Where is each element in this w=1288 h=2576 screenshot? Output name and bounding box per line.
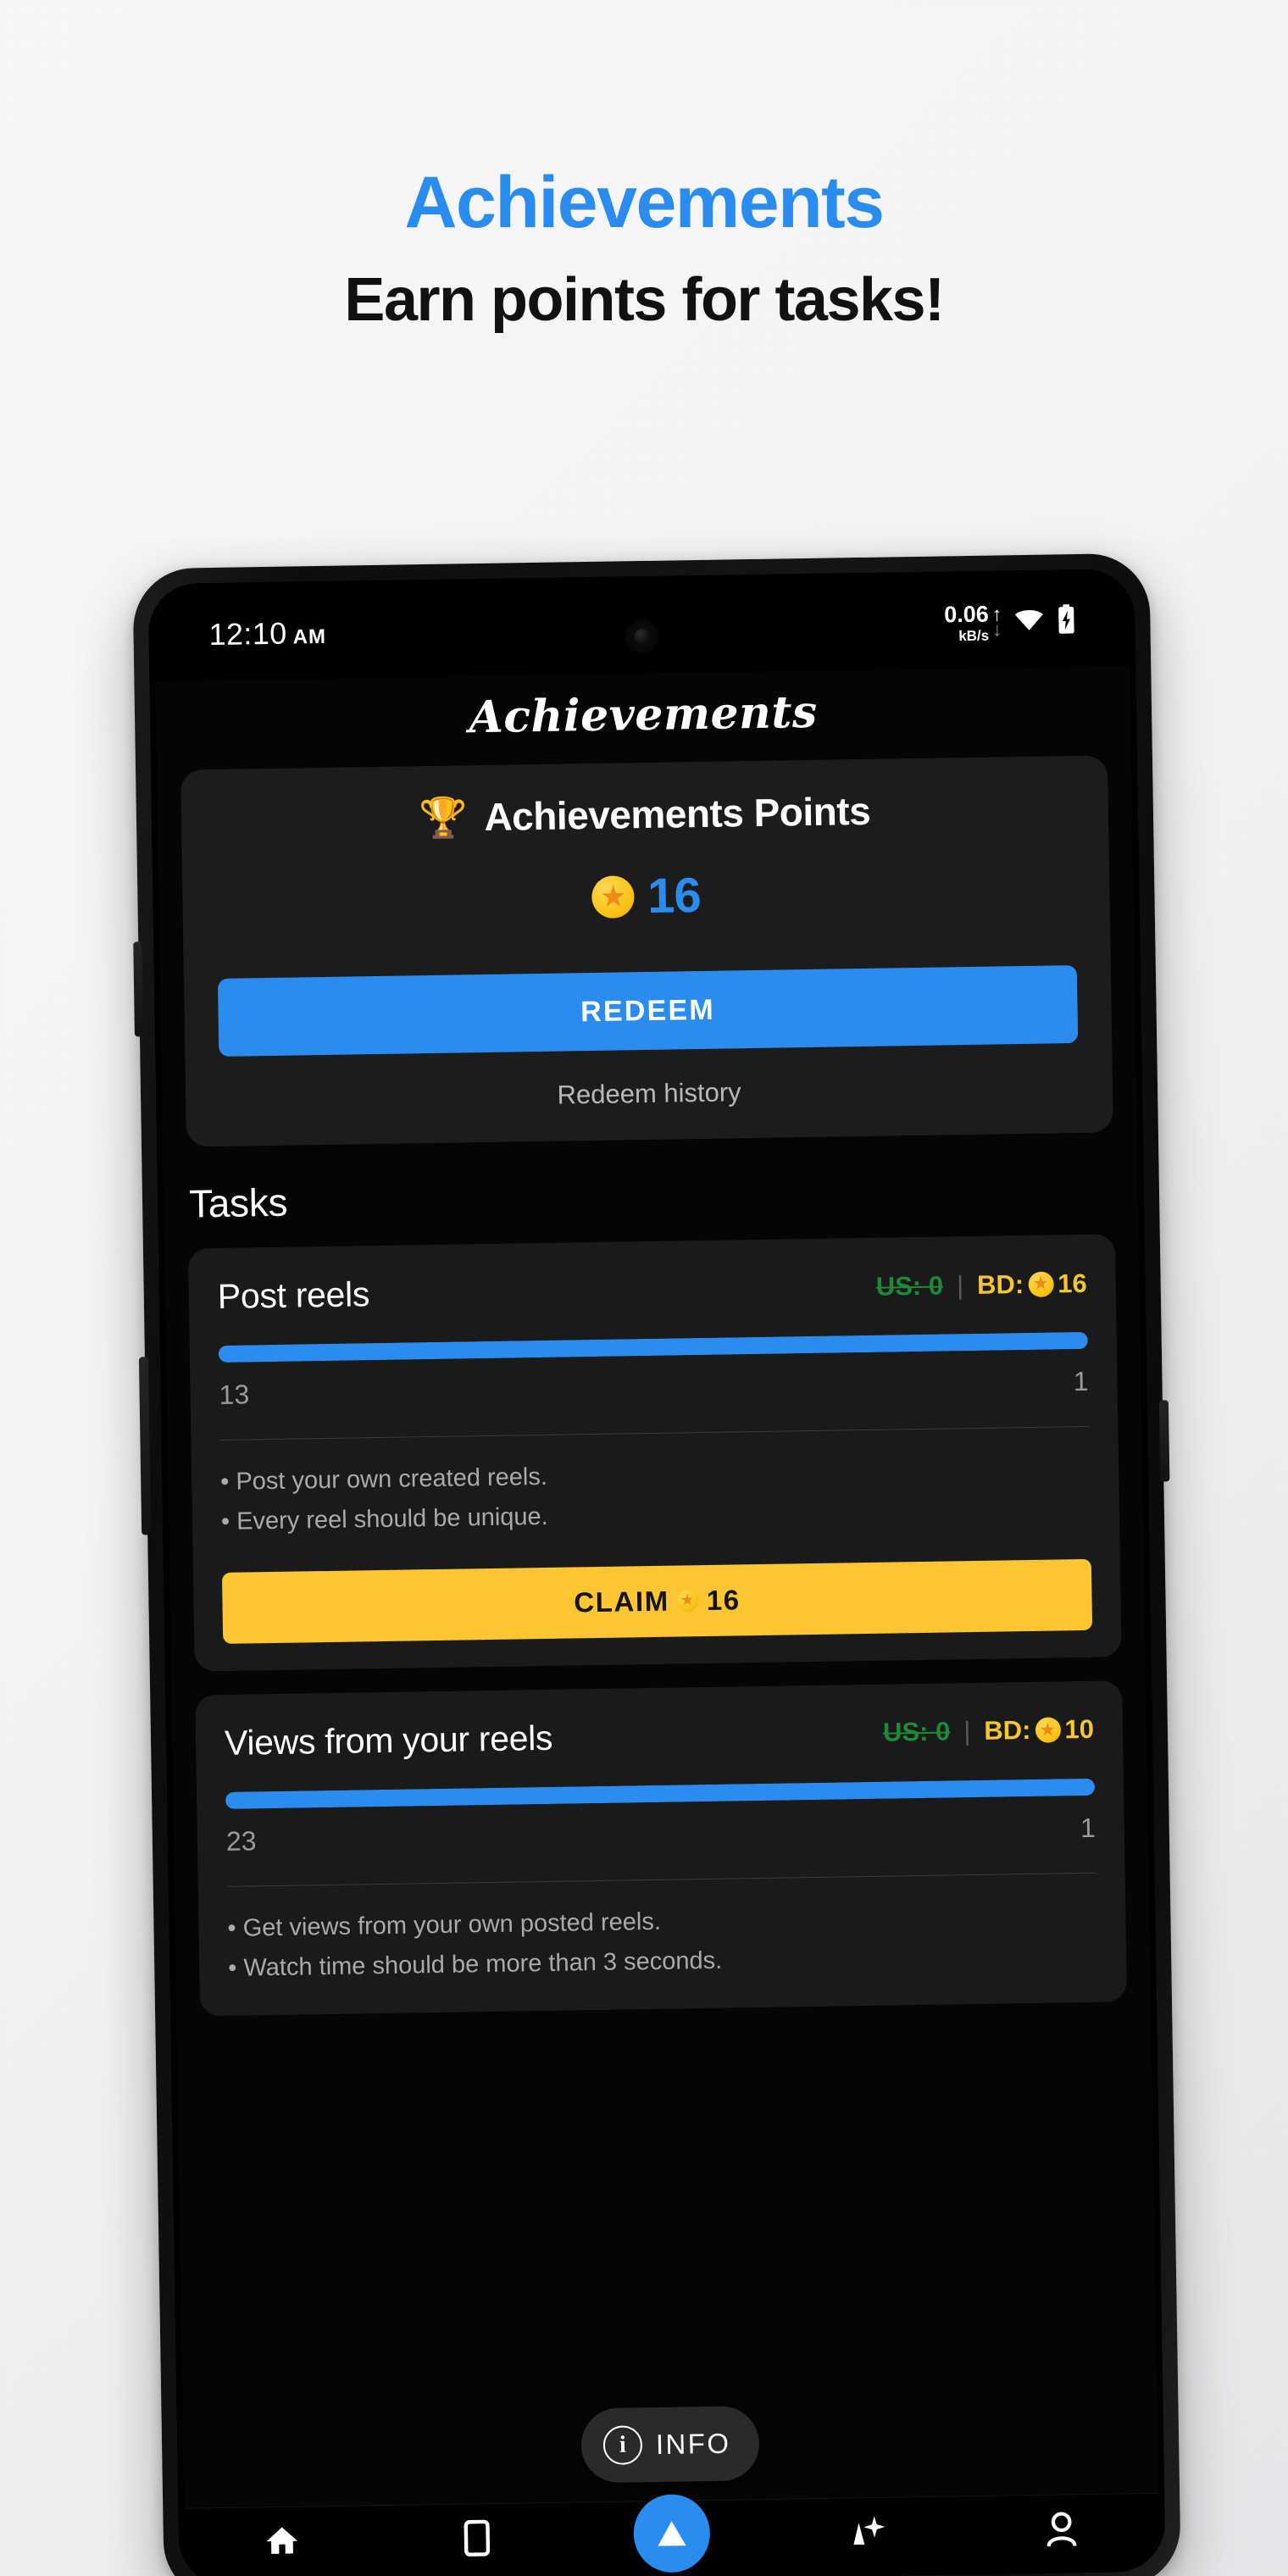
task-progress-current: 23 — [225, 1825, 257, 1857]
tasks-section-heading: Tasks — [188, 1180, 288, 1226]
status-time: 12:10 — [208, 615, 287, 652]
reels-icon — [460, 2519, 495, 2557]
promo-title: Achievements — [404, 162, 885, 243]
reward-bd-label: BD: — [984, 1715, 1031, 1746]
phone-bezel: 12:10 AM 0.06 kB/s ↑ ↓ Achievements 🏆 Ac… — [147, 568, 1166, 2576]
task-progress-fill — [225, 1778, 1096, 1809]
task-progress-labels: 23 1 — [226, 1813, 1096, 1857]
redeem-history-link[interactable]: Redeem history — [219, 1072, 1079, 1116]
front-camera-punch-hole — [625, 619, 659, 654]
info-button[interactable]: i INFO — [580, 2406, 761, 2484]
task-rewards: US: 0 | BD: 16 — [876, 1268, 1087, 1302]
reward-bd: BD: 10 — [984, 1714, 1094, 1746]
task-progress-fill — [218, 1331, 1088, 1363]
reward-bd: BD: 16 — [977, 1268, 1087, 1300]
achievements-points-card: 🏆 Achievements Points 16 REDEEM Redeem h… — [180, 755, 1113, 1147]
task-description: • Get views from your own posted reels. … — [227, 1896, 1097, 1989]
battery-charging-icon — [1056, 603, 1077, 638]
claim-button-value: 16 — [706, 1584, 741, 1616]
coin-star-icon — [591, 874, 635, 919]
promo-subtitle: Earn points for tasks! — [344, 266, 945, 334]
promo-header: Achievements Earn points for tasks! — [0, 0, 1288, 330]
points-card-heading: 🏆 Achievements Points — [215, 785, 1075, 844]
reward-divider: | — [956, 1269, 964, 1300]
nav-item-discover[interactable] — [828, 2512, 905, 2551]
points-card-title: Achievements Points — [484, 788, 871, 839]
task-title: Post reels — [217, 1274, 370, 1316]
reward-bd-label: BD: — [976, 1269, 1024, 1300]
create-fab-button[interactable] — [633, 2494, 711, 2573]
task-progress-target: 1 — [1073, 1365, 1089, 1397]
home-icon — [264, 2523, 302, 2561]
reward-us: US: 0 — [882, 1716, 951, 1748]
task-progress-bar — [218, 1331, 1088, 1363]
reward-bd-value: 16 — [1057, 1268, 1087, 1298]
task-progress-current: 13 — [219, 1379, 250, 1410]
coin-star-icon — [1027, 1270, 1054, 1297]
coin-star-icon — [1035, 1717, 1061, 1744]
nav-item-reels[interactable] — [439, 2519, 516, 2557]
task-card: Views from your reels US: 0 | BD: 10 — [195, 1680, 1128, 2017]
status-bar: 12:10 AM 0.06 kB/s ↑ ↓ — [153, 574, 1130, 682]
phone-volume-button[interactable] — [138, 1357, 152, 1535]
phone-mute-button[interactable] — [133, 941, 143, 1037]
task-progress-labels: 13 1 — [219, 1366, 1088, 1411]
redeem-button[interactable]: REDEEM — [217, 965, 1079, 1057]
task-separator — [226, 1872, 1096, 1887]
reward-us: US: 0 — [875, 1270, 944, 1302]
status-ampm: AM — [292, 625, 327, 649]
reward-divider: | — [963, 1716, 971, 1746]
status-indicators: 0.06 kB/s ↑ ↓ — [943, 601, 1077, 644]
nav-item-profile[interactable] — [1023, 2510, 1100, 2548]
reward-bd-value: 10 — [1064, 1714, 1095, 1745]
task-description: • Post your own created reels. • Every r… — [220, 1449, 1091, 1542]
wifi-icon — [1013, 607, 1046, 637]
phone-mockup: 12:10 AM 0.06 kB/s ↑ ↓ Achievements 🏆 Ac… — [132, 552, 1181, 2576]
task-rewards: US: 0 | BD: 10 — [883, 1714, 1094, 1748]
scroll-content: 🏆 Achievements Points 16 REDEEM Redeem h… — [157, 754, 1152, 2017]
info-button-label: INFO — [655, 2427, 731, 2461]
task-separator — [219, 1425, 1090, 1441]
app-title: Achievements — [155, 665, 1131, 771]
sparkle-icon — [846, 2513, 887, 2551]
info-icon: i — [602, 2425, 643, 2465]
task-progress-target: 1 — [1080, 1812, 1096, 1844]
bottom-navigation-bar — [184, 2492, 1160, 2576]
task-progress-bar — [225, 1778, 1096, 1809]
nav-item-home[interactable] — [244, 2522, 321, 2560]
trophy-icon: 🏆 — [419, 795, 468, 841]
phone-power-button[interactable] — [1158, 1400, 1170, 1482]
profile-icon — [1044, 2510, 1079, 2548]
points-value-row: 16 — [216, 861, 1076, 931]
task-header: Views from your reels US: 0 | BD: 10 — [225, 1710, 1095, 1763]
network-speed-indicator: 0.06 kB/s ↑ ↓ — [943, 601, 1002, 644]
task-card: Post reels US: 0 | BD: 16 — [187, 1234, 1122, 1672]
points-value: 16 — [647, 867, 702, 924]
network-speed-value: 0.06 — [943, 601, 989, 627]
task-header: Post reels US: 0 | BD: 16 — [217, 1263, 1087, 1317]
network-speed-unit: kB/s — [958, 627, 990, 644]
download-arrow-icon: ↓ — [991, 618, 1002, 641]
claim-button-label: CLAIM — [574, 1585, 670, 1618]
nav-item-create[interactable] — [633, 2494, 711, 2573]
claim-button[interactable]: CLAIM 16 — [221, 1558, 1093, 1644]
phone-screen: 12:10 AM 0.06 kB/s ↑ ↓ Achievements 🏆 Ac… — [153, 574, 1160, 2576]
task-title: Views from your reels — [224, 1718, 553, 1763]
coin-star-icon — [676, 1590, 699, 1613]
status-clock: 12:10 AM — [208, 615, 326, 652]
